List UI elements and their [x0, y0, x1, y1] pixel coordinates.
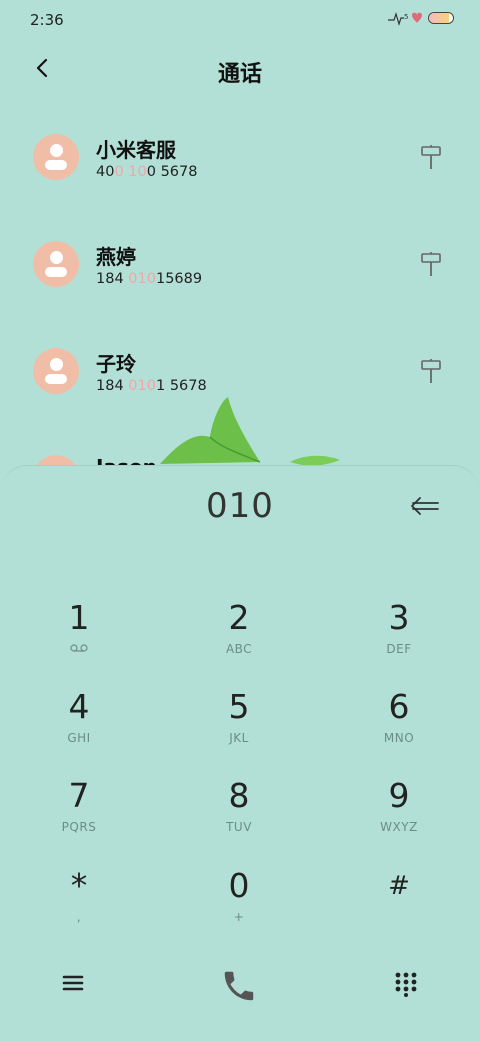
key-9[interactable]: 9 WXYZ: [339, 776, 459, 856]
key-hash[interactable]: #: [339, 866, 459, 946]
key-letters: PQRS: [61, 820, 97, 834]
key-digit: 3: [388, 598, 410, 637]
key-1[interactable]: 1: [19, 598, 139, 678]
status-icons: 5: [388, 10, 454, 26]
key-2[interactable]: 2 ABC: [179, 598, 299, 678]
avatar: [33, 241, 79, 287]
contact-row[interactable]: 燕婷 184 01015689: [0, 211, 480, 318]
backspace-button[interactable]: [410, 492, 440, 520]
match-highlight: 010: [128, 271, 156, 287]
key-letters: TUV: [226, 820, 252, 834]
notification-count: 5: [404, 13, 408, 21]
key-letters: WXYZ: [380, 820, 418, 834]
bottom-bar: [0, 955, 480, 1015]
key-digit: 7: [68, 776, 90, 815]
key-4[interactable]: 4 GHI: [19, 687, 139, 767]
key-0[interactable]: 0 +: [179, 866, 299, 946]
menu-icon[interactable]: [60, 970, 86, 996]
contact-number: 184 01015689: [96, 271, 203, 287]
key-letters: +: [233, 910, 245, 924]
keypad-grid-icon[interactable]: [394, 971, 418, 997]
key-digit: 5: [228, 687, 250, 726]
phone-icon[interactable]: [220, 967, 258, 1005]
key-digit: 9: [388, 776, 410, 815]
contact-name: 小米客服: [96, 138, 176, 162]
key-digit: 2: [228, 598, 250, 637]
battery-level: [429, 13, 450, 23]
key-star[interactable]: * ,: [19, 866, 139, 946]
key-6[interactable]: 6 MNO: [339, 687, 459, 767]
signpost-icon[interactable]: [420, 144, 442, 170]
page-title: 通话: [217, 62, 262, 87]
key-letters: DEF: [386, 642, 412, 656]
match-highlight: 0 10: [114, 164, 147, 180]
key-digit: #: [388, 871, 410, 901]
contact-row[interactable]: 小米客服 400 100 5678: [0, 104, 480, 211]
key-7[interactable]: 7 PQRS: [19, 776, 139, 856]
key-letters: GHI: [67, 731, 91, 745]
key-3[interactable]: 3 DEF: [339, 598, 459, 678]
avatar: [33, 348, 79, 394]
heartbeat-icon: 5: [388, 12, 422, 26]
dialed-number: 010: [206, 486, 274, 526]
status-bar: 2:36 5: [0, 0, 480, 42]
avatar: [33, 134, 79, 180]
key-letters: JKL: [229, 731, 249, 745]
signpost-icon[interactable]: [420, 251, 442, 277]
battery-icon: [428, 12, 454, 24]
key-letters: ,: [76, 910, 82, 924]
contact-name: 子玲: [96, 352, 136, 376]
key-digit: *: [70, 866, 88, 905]
key-digit: 8: [228, 776, 250, 815]
key-5[interactable]: 5 JKL: [179, 687, 299, 767]
key-letters: ABC: [225, 642, 253, 656]
status-time: 2:36: [30, 11, 64, 29]
backspace-arrow-icon: [411, 497, 439, 515]
key-letters: MNO: [383, 731, 415, 745]
key-8[interactable]: 8 TUV: [179, 776, 299, 856]
key-digit: 6: [388, 687, 410, 726]
contact-number: 400 100 5678: [96, 164, 198, 180]
signpost-icon[interactable]: [420, 358, 442, 384]
contact-name: 燕婷: [96, 245, 136, 269]
key-digit: 1: [68, 598, 90, 637]
header: 通话: [0, 42, 480, 98]
key-digit: 4: [68, 687, 90, 726]
voicemail-icon: [70, 644, 88, 652]
key-digit: 0: [228, 866, 250, 905]
